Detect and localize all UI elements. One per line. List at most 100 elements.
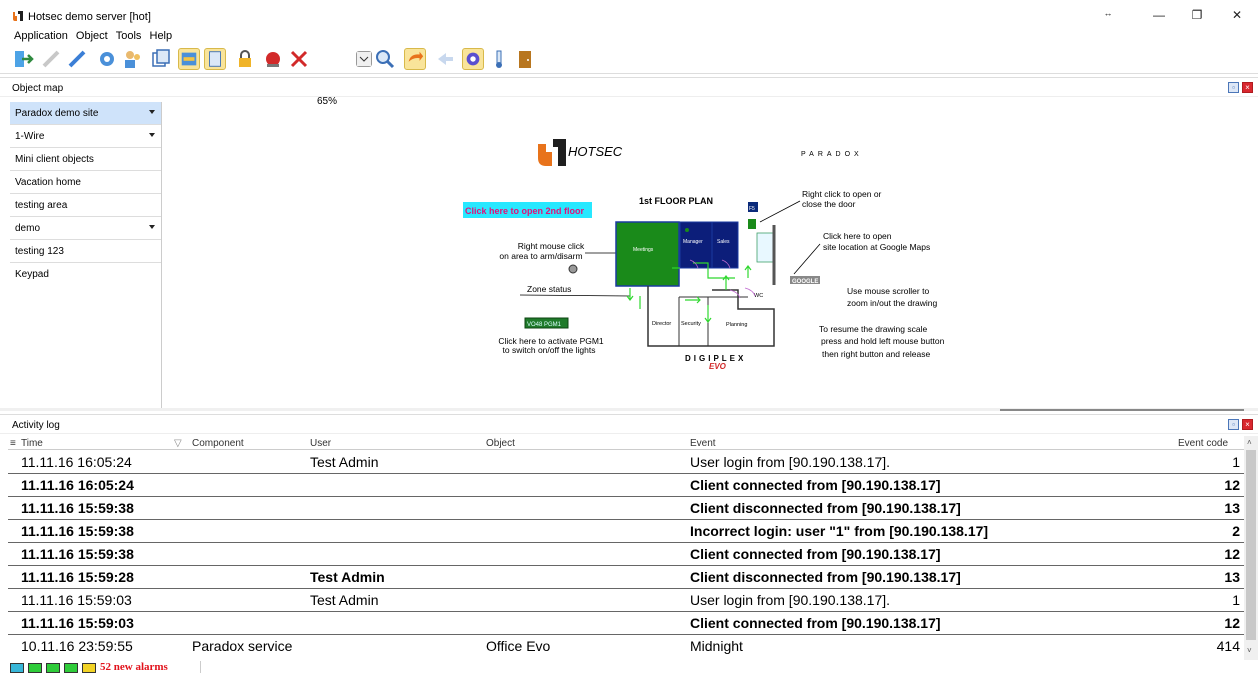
settings-gear-icon[interactable] bbox=[96, 48, 118, 70]
windows-icon[interactable] bbox=[150, 48, 172, 70]
log-scrollbar[interactable]: ˄ ˅ bbox=[1244, 436, 1258, 660]
table-row[interactable]: 11.11.16 16:05:24 Client connected from [… bbox=[8, 474, 1244, 497]
site-list: Paradox demo site 1-Wire Mini client obj… bbox=[10, 102, 162, 408]
column-menu-icon[interactable]: ≡ bbox=[10, 438, 16, 449]
pgm1-hint: Click here to activate PGM1 to switch on/… bbox=[498, 336, 604, 355]
cell-user: Test Admin bbox=[310, 592, 379, 608]
floor-plan-drawing[interactable]: HOTSEC PARADOX Click here to open 2nd fl… bbox=[163, 96, 1258, 408]
log-view-icon[interactable] bbox=[204, 48, 226, 70]
close-button[interactable]: ✕ bbox=[1222, 8, 1252, 24]
table-row[interactable]: 11.11.16 15:59:38 Incorrect login: user "… bbox=[8, 520, 1244, 543]
site-item-demo[interactable]: demo bbox=[10, 217, 161, 240]
zone-status-label: Zone status bbox=[527, 284, 571, 294]
panel-restore-button[interactable]: ▫ bbox=[1228, 82, 1239, 93]
cell-time: 11.11.16 15:59:28 bbox=[21, 569, 134, 585]
back-arrow-icon[interactable] bbox=[434, 48, 456, 70]
menu-application[interactable]: Application bbox=[14, 30, 68, 42]
cell-event: User login from [90.190.138.17]. bbox=[690, 454, 891, 470]
cell-event-code: 12 bbox=[1224, 477, 1240, 493]
new-alarms-count[interactable]: 52 new alarms bbox=[100, 661, 168, 673]
paradox-logo: PARADOX bbox=[801, 151, 863, 158]
status-led-icon bbox=[10, 663, 24, 673]
forward-arrow-icon[interactable] bbox=[404, 48, 426, 70]
door-icon[interactable] bbox=[514, 48, 536, 70]
chevron-down-icon[interactable] bbox=[149, 225, 155, 229]
menu-tools[interactable]: Tools bbox=[116, 30, 142, 42]
column-event-code[interactable]: Event code bbox=[1178, 438, 1228, 449]
sort-icon[interactable]: ▽ bbox=[174, 438, 182, 449]
panel-restore-button[interactable]: ▫ bbox=[1228, 419, 1239, 430]
menu-object[interactable]: Object bbox=[76, 30, 108, 42]
table-row[interactable]: 10.11.16 23:59:55 Paradox service Office E… bbox=[8, 635, 1244, 658]
cell-time: 11.11.16 15:59:38 bbox=[21, 546, 134, 562]
room-security-label: Security bbox=[681, 321, 701, 327]
zoom-dropdown-icon[interactable] bbox=[356, 51, 372, 67]
lock-icon[interactable] bbox=[234, 48, 256, 70]
title-bar: Hotsec demo server [hot] ↔ — ❐ ✕ bbox=[0, 0, 1258, 30]
room-manager[interactable] bbox=[679, 221, 713, 269]
chevron-down-icon[interactable] bbox=[149, 133, 155, 137]
clear-alarm-icon[interactable] bbox=[288, 48, 310, 70]
zoom-icon[interactable] bbox=[374, 48, 396, 70]
open-2nd-floor-label: Click here to open 2nd floor bbox=[465, 206, 585, 216]
table-row[interactable]: 11.11.16 15:59:03 Test Admin User login fr… bbox=[8, 589, 1244, 612]
alarm-siren-icon[interactable] bbox=[262, 48, 284, 70]
resize-arrows-icon[interactable]: ↔ bbox=[1093, 8, 1123, 24]
map-view-icon[interactable] bbox=[178, 48, 200, 70]
floor-plan-building: Meetings Manager Sales F5 Director Secur… bbox=[615, 202, 776, 347]
door-hint: Right click to open or close the door bbox=[802, 189, 882, 209]
arm-hint: Right mouse click on area to arm/disarm bbox=[499, 241, 585, 261]
cell-time: 11.11.16 15:59:03 bbox=[21, 615, 134, 631]
column-user[interactable]: User bbox=[310, 438, 331, 449]
site-item-testing-area[interactable]: testing area bbox=[10, 194, 161, 217]
menu-help[interactable]: Help bbox=[150, 30, 173, 42]
table-row[interactable]: 11.11.16 15:59:38 Client connected from [… bbox=[8, 543, 1244, 566]
logout-icon[interactable] bbox=[12, 48, 34, 70]
door-icon[interactable] bbox=[748, 219, 756, 229]
table-row[interactable]: 11.11.16 15:59:38 Client disconnected fro… bbox=[8, 497, 1244, 520]
disconnect-icon[interactable] bbox=[40, 48, 62, 70]
users-icon[interactable] bbox=[122, 48, 144, 70]
hotsec-logo: HOTSEC bbox=[538, 139, 623, 166]
thermometer-icon[interactable] bbox=[488, 48, 510, 70]
site-item-testing-123[interactable]: testing 123 bbox=[10, 240, 161, 263]
table-row[interactable]: 11.11.16 15:59:03 Client connected from [… bbox=[8, 612, 1244, 635]
cell-event-code: 12 bbox=[1224, 546, 1240, 562]
panel-close-button[interactable]: × bbox=[1242, 82, 1253, 93]
column-event[interactable]: Event bbox=[690, 438, 716, 449]
evo-logo: EVO bbox=[709, 362, 727, 371]
column-object[interactable]: Object bbox=[486, 438, 515, 449]
panel-close-button[interactable]: × bbox=[1242, 419, 1253, 430]
activity-log-title: Activity log bbox=[12, 420, 60, 431]
room-wc-label: WC bbox=[754, 293, 763, 299]
site-item-1-wire[interactable]: 1-Wire bbox=[10, 125, 161, 148]
site-label: testing 123 bbox=[15, 246, 64, 257]
chevron-down-icon[interactable] bbox=[149, 110, 155, 114]
cell-event: Incorrect login: user "1" from [90.190.1… bbox=[690, 523, 989, 539]
target-icon[interactable] bbox=[462, 48, 484, 70]
column-component[interactable]: Component bbox=[192, 438, 244, 449]
scroll-up-icon[interactable]: ˄ bbox=[1247, 438, 1252, 447]
site-item-vacation-home[interactable]: Vacation home bbox=[10, 171, 161, 194]
log-column-headers: ≡ Time ▽ Component User Object Event Eve… bbox=[8, 436, 1258, 450]
zone-status-indicator[interactable] bbox=[568, 264, 578, 274]
scroll-down-icon[interactable]: ˅ bbox=[1247, 646, 1252, 655]
minimize-button[interactable]: — bbox=[1144, 8, 1174, 24]
column-time[interactable]: Time bbox=[21, 438, 43, 449]
site-item-keypad[interactable]: Keypad bbox=[10, 263, 161, 286]
site-item-paradox-demo-site[interactable]: Paradox demo site bbox=[10, 102, 161, 125]
cell-component: Paradox service bbox=[192, 638, 293, 654]
site-item-mini-client-objects[interactable]: Mini client objects bbox=[10, 148, 161, 171]
room-meetings[interactable] bbox=[615, 221, 680, 287]
connect-icon[interactable] bbox=[66, 48, 88, 70]
toolbar: 65% bbox=[0, 44, 1258, 107]
restore-button[interactable]: ❐ bbox=[1182, 8, 1212, 24]
table-row[interactable]: 11.11.16 15:59:28 Test Admin Client discon… bbox=[8, 566, 1244, 589]
site-label: Vacation home bbox=[15, 177, 81, 188]
table-row[interactable]: 11.11.16 16:05:24 Test Admin User login fr… bbox=[8, 451, 1244, 474]
scrollbar-thumb[interactable] bbox=[1246, 450, 1256, 640]
window-title: Hotsec demo server [hot] bbox=[28, 11, 151, 23]
cell-event-code: 1 bbox=[1232, 454, 1240, 470]
status-bar bbox=[0, 660, 1258, 673]
room-sales-label: Sales bbox=[717, 239, 730, 245]
